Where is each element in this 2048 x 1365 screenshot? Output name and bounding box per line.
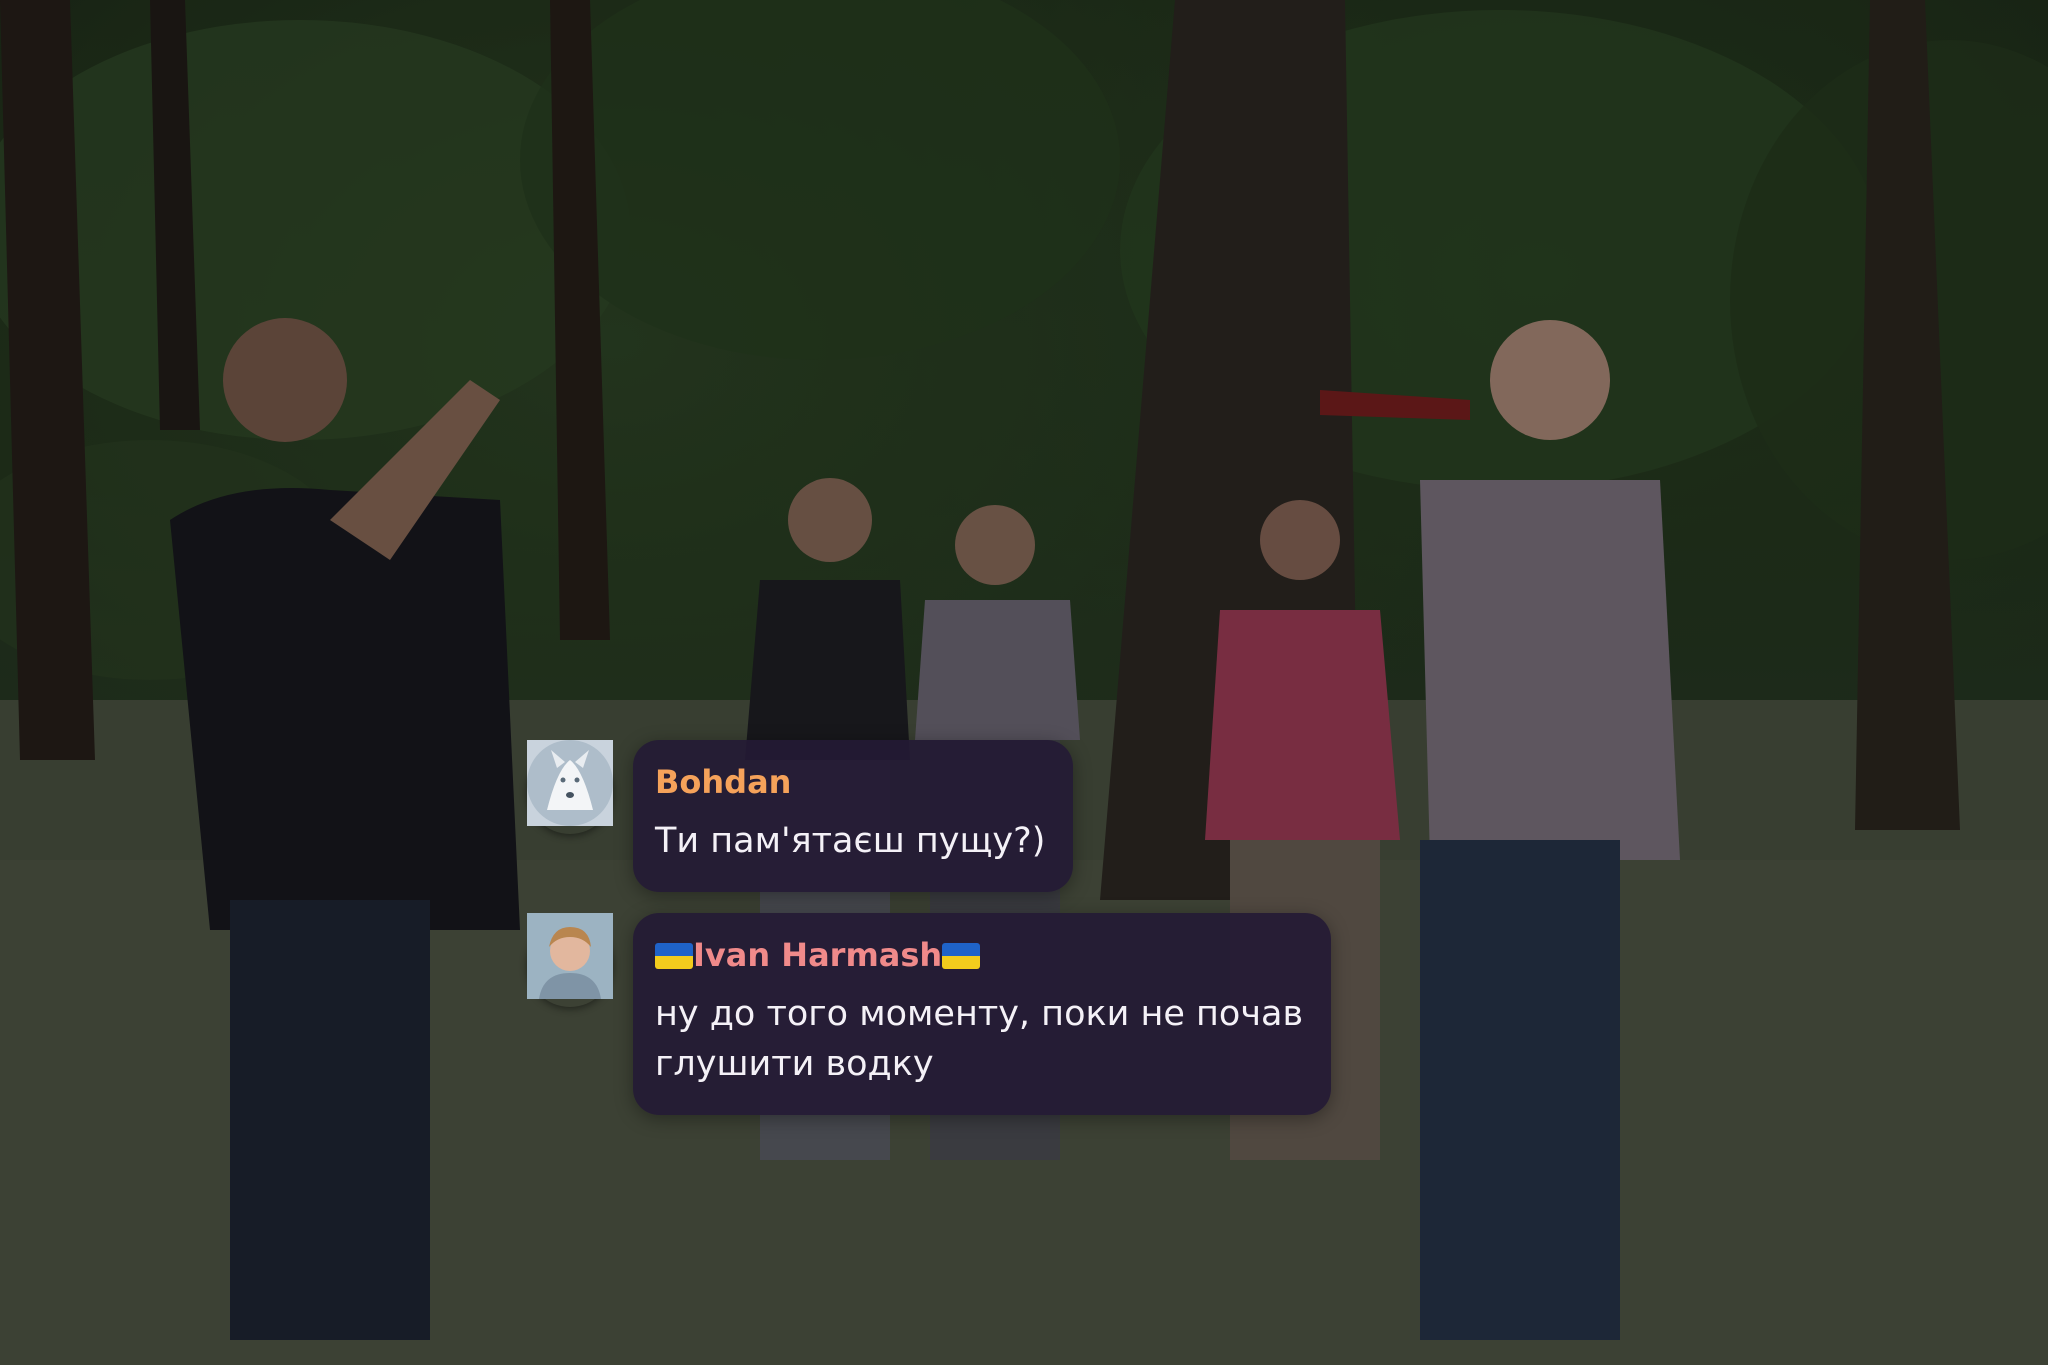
message-text-line: ну до того моменту, поки не почав (655, 994, 1304, 1034)
message-text: ну до того моменту, поки не почав глушит… (655, 989, 1303, 1089)
message-text: Ти пам'ятаєш пущу?) (655, 821, 1046, 861)
white-wolf-avatar[interactable] (527, 740, 613, 834)
ukraine-flag-icon (655, 943, 693, 969)
sender-name[interactable]: Bohdan (655, 762, 1045, 802)
message-bubble[interactable]: Bohdan Ти пам'ятаєш пущу?) (633, 740, 1074, 892)
dark-overlay (0, 0, 2048, 1365)
message-bubble[interactable]: Ivan Harmash ну до того моменту, поки не… (633, 913, 1332, 1115)
sender-name[interactable]: Ivan Harmash (655, 935, 1303, 975)
chat-message: Bohdan Ти пам'ятаєш пущу?) (527, 740, 1074, 892)
background-photo: Bohdan Ти пам'ятаєш пущу?) Ivan Harmash … (0, 0, 2048, 1365)
person-photo-avatar[interactable] (527, 913, 613, 1007)
chat-message: Ivan Harmash ну до того моменту, поки не… (527, 913, 1332, 1115)
ukraine-flag-icon (942, 943, 981, 969)
message-text-line: глушити водку (655, 1044, 934, 1084)
